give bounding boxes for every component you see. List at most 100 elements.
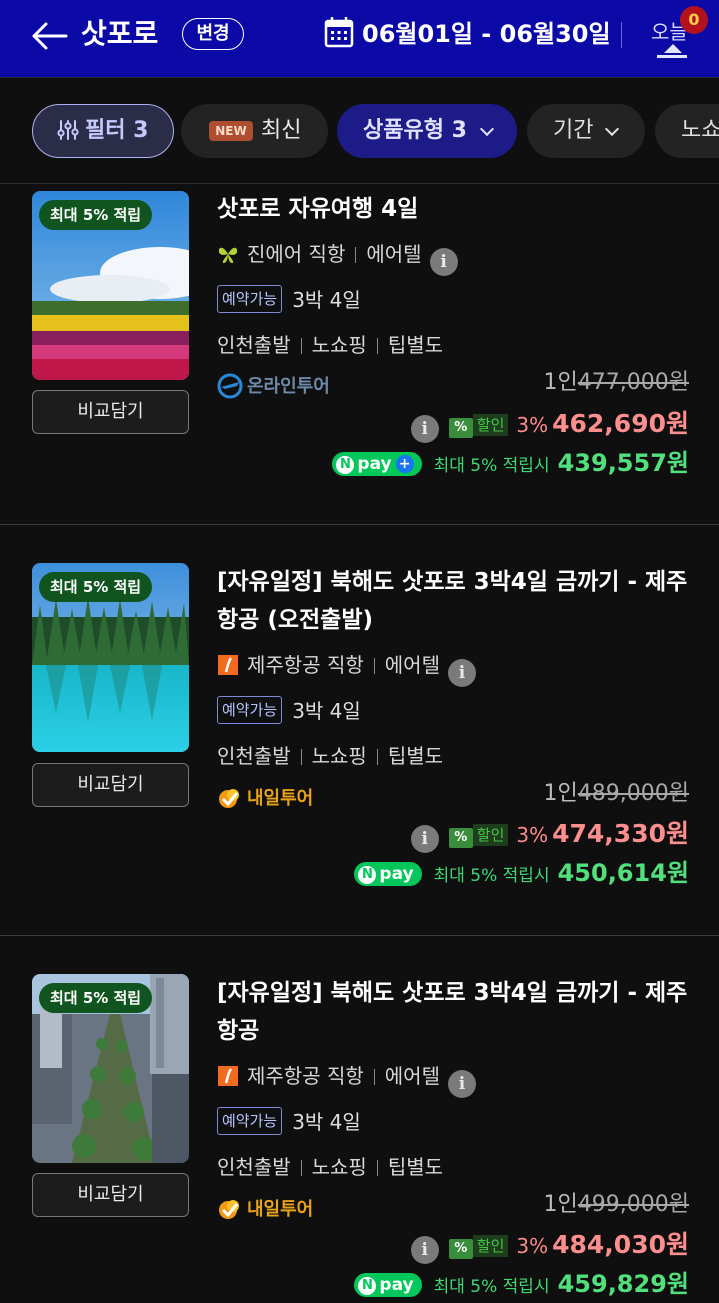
points-price: 459,829원 bbox=[557, 1270, 689, 1298]
tag: 노쇼핑 bbox=[311, 744, 367, 768]
plus-icon: + bbox=[395, 455, 414, 473]
npay-logo: Npay bbox=[354, 1273, 422, 1297]
percent-icon: % bbox=[448, 418, 473, 438]
original-price: 1인489,000원 bbox=[544, 779, 689, 809]
divider bbox=[373, 1069, 375, 1085]
per-person: 1인 bbox=[543, 370, 578, 395]
divider bbox=[376, 338, 378, 354]
hotel-type: 에어텔 bbox=[384, 1064, 440, 1088]
sale-price-row: i% 할인 3% 462,690원 bbox=[410, 407, 689, 443]
airline-row: 제주항공 직항 에어텔 i bbox=[217, 1060, 476, 1098]
tags-row: 인천출발 노쇼핑 팁별도 bbox=[217, 741, 443, 771]
agency-logo: 내일투어 bbox=[217, 784, 313, 814]
period-label: 기간 bbox=[553, 118, 594, 143]
divider bbox=[300, 749, 302, 765]
sort-latest-label: 최신 bbox=[261, 118, 302, 143]
divider bbox=[355, 247, 357, 263]
info-icon[interactable]: i bbox=[447, 659, 476, 687]
info-icon[interactable]: i bbox=[429, 248, 458, 276]
npay-n-icon: N bbox=[358, 866, 377, 884]
tag: 인천출발 bbox=[217, 1155, 291, 1179]
back-arrow-icon[interactable] bbox=[28, 16, 70, 56]
npay-row: Npay 최대 5% 적립시 459,829원 bbox=[354, 1268, 689, 1300]
naeiltour-logo-icon bbox=[219, 1200, 239, 1219]
product-thumbnail[interactable]: 최대 5% 적립 bbox=[32, 563, 189, 752]
product-thumbnail[interactable]: 최대 5% 적립 bbox=[32, 974, 189, 1163]
new-tag: NEW bbox=[209, 121, 253, 141]
period-chip[interactable]: 기간 bbox=[527, 104, 645, 158]
divider bbox=[300, 338, 302, 354]
availability-row: 예약가능 3박 4일 bbox=[217, 1106, 361, 1136]
points-badge: 최대 5% 적립 bbox=[39, 983, 153, 1013]
discount-label: 할인 bbox=[472, 824, 509, 846]
product-title[interactable]: [자유일정] 북해도 삿포로 3박4일 금까기 - 제주항공 (오전출발) bbox=[217, 563, 697, 639]
product-card[interactable]: 최대 5% 적립 비교담기 삿포로 자유여행 4일 진에어 직항 에어텔 i 예약가… bbox=[0, 184, 719, 524]
original-price: 1인477,000원 bbox=[544, 368, 689, 398]
npay-n-icon: N bbox=[358, 1277, 377, 1295]
product-thumbnail[interactable]: 최대 5% 적립 bbox=[32, 191, 189, 380]
agency-name: 온라인투어 bbox=[247, 376, 330, 397]
naeiltour-logo-icon bbox=[219, 789, 239, 808]
discount-percent: 3% bbox=[516, 413, 549, 437]
original-price-value: 477,000원 bbox=[577, 370, 689, 395]
product-card[interactable]: 최대 5% 적립 비교담기 [자유일정] 북해도 삿포로 3박4일 금까기 - … bbox=[0, 525, 719, 935]
points-price: 439,557원 bbox=[557, 449, 689, 477]
change-city-button[interactable]: 변경 bbox=[182, 18, 244, 50]
chevron-down-icon bbox=[604, 121, 620, 137]
availability-row: 예약가능 3박 4일 bbox=[217, 284, 361, 314]
availability-badge: 예약가능 bbox=[217, 695, 283, 724]
tag: 팁별도 bbox=[387, 333, 444, 357]
airline-name: 제주항공 직항 bbox=[247, 1064, 364, 1088]
npay-label: pay bbox=[379, 864, 414, 884]
sale-price-row: i% 할인 3% 474,330원 bbox=[410, 817, 689, 853]
cart-arrow-icon bbox=[664, 44, 682, 53]
sale-price: 462,690원 bbox=[552, 409, 689, 438]
compare-button[interactable]: 비교담기 bbox=[32, 390, 189, 434]
points-text: 최대 5% 적립시 bbox=[433, 456, 550, 476]
tag: 팁별도 bbox=[387, 744, 444, 768]
no-shopping-label: 노쇼핑 bbox=[681, 118, 719, 143]
product-card[interactable]: 최대 5% 적립 비교담기 [자유일정] 북해도 삿포로 3박4일 금까기 - … bbox=[0, 936, 719, 1298]
tag: 팁별도 bbox=[387, 1155, 444, 1179]
per-person: 1인 bbox=[543, 781, 578, 806]
product-title[interactable]: [자유일정] 북해도 삿포로 3박4일 금까기 - 제주항공 bbox=[217, 974, 697, 1050]
sliders-icon bbox=[57, 120, 79, 140]
trip-duration: 3박 4일 bbox=[292, 699, 361, 723]
airline-name: 제주항공 직항 bbox=[247, 653, 364, 677]
city-title: 삿포로 bbox=[81, 17, 159, 50]
points-badge: 최대 5% 적립 bbox=[39, 572, 153, 602]
npay-n-icon: N bbox=[336, 456, 355, 474]
original-price-value: 489,000원 bbox=[577, 781, 689, 806]
compare-button[interactable]: 비교담기 bbox=[32, 1173, 189, 1217]
info-icon[interactable]: i bbox=[410, 415, 439, 443]
sale-price-row: i% 할인 3% 484,030원 bbox=[410, 1228, 689, 1264]
product-title[interactable]: 삿포로 자유여행 4일 bbox=[217, 190, 697, 228]
no-shopping-chip[interactable]: 노쇼핑 bbox=[655, 104, 719, 158]
onlinetour-logo-icon bbox=[217, 373, 243, 399]
jejuair-icon bbox=[218, 1066, 238, 1086]
date-range[interactable]: 06월01일 - 06월30일 bbox=[362, 16, 611, 52]
hotel-type: 에어텔 bbox=[384, 653, 440, 677]
product-type-chip[interactable]: 상품유형 3 bbox=[337, 104, 517, 158]
points-badge: 최대 5% 적립 bbox=[39, 200, 153, 230]
percent-icon: % bbox=[448, 828, 473, 848]
calendar-icon[interactable] bbox=[324, 16, 354, 48]
sale-price: 474,330원 bbox=[552, 819, 689, 848]
divider bbox=[300, 1160, 302, 1176]
hotel-type: 에어텔 bbox=[366, 242, 422, 266]
tags-row: 인천출발 노쇼핑 팁별도 bbox=[217, 1152, 443, 1182]
filter-chip[interactable]: 필터 3 bbox=[32, 104, 174, 158]
points-text: 최대 5% 적립시 bbox=[433, 1277, 550, 1297]
tag: 인천출발 bbox=[217, 744, 291, 768]
info-icon[interactable]: i bbox=[410, 825, 439, 853]
tag: 노쇼핑 bbox=[311, 1155, 367, 1179]
availability-badge: 예약가능 bbox=[217, 1106, 283, 1135]
points-price: 450,614원 bbox=[557, 859, 689, 887]
sort-latest-chip[interactable]: NEW 최신 bbox=[181, 104, 328, 158]
discount-percent: 3% bbox=[516, 1234, 549, 1258]
info-icon[interactable]: i bbox=[410, 1236, 439, 1264]
compare-button[interactable]: 비교담기 bbox=[32, 763, 189, 807]
original-price-value: 499,000원 bbox=[577, 1192, 689, 1217]
filter-chip-label: 필터 3 bbox=[85, 118, 149, 143]
info-icon[interactable]: i bbox=[447, 1070, 476, 1098]
